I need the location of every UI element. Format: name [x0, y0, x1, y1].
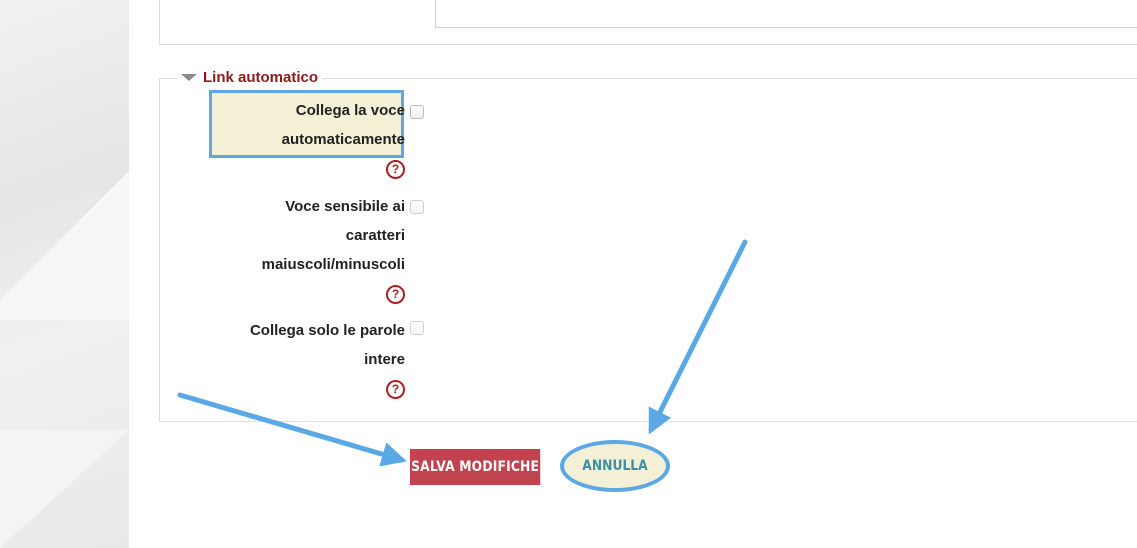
full-match-checkbox[interactable] — [410, 321, 424, 335]
case-sensitive-checkbox[interactable] — [410, 200, 424, 214]
help-icon[interactable]: ? — [386, 379, 405, 399]
cancel-button[interactable]: ANNULLA — [567, 440, 664, 492]
autolink-checkbox[interactable] — [410, 105, 424, 119]
previous-section — [159, 0, 1137, 45]
field-label-autolink: Collega la voce automaticamente ? — [205, 96, 405, 183]
page-background-left — [0, 0, 129, 548]
field-label-case-sensitive: Voce sensibile ai caratteri maiuscoli/mi… — [205, 192, 405, 308]
decorative-shape — [0, 170, 129, 320]
save-button[interactable]: SALVA MODIFICHE — [410, 449, 541, 485]
help-icon[interactable]: ? — [386, 284, 405, 304]
section-legend[interactable]: Link automatico — [177, 66, 323, 88]
main-content: Link automatico Collega la voce automati… — [129, 0, 1137, 548]
section-title: Link automatico — [203, 68, 319, 86]
triangle-down-icon[interactable] — [181, 73, 197, 81]
help-icon[interactable]: ? — [386, 159, 405, 179]
decorative-shape — [0, 430, 129, 548]
field-label-full-match: Collega solo le parole intere ? — [205, 316, 405, 403]
previous-textarea[interactable] — [435, 0, 1137, 28]
